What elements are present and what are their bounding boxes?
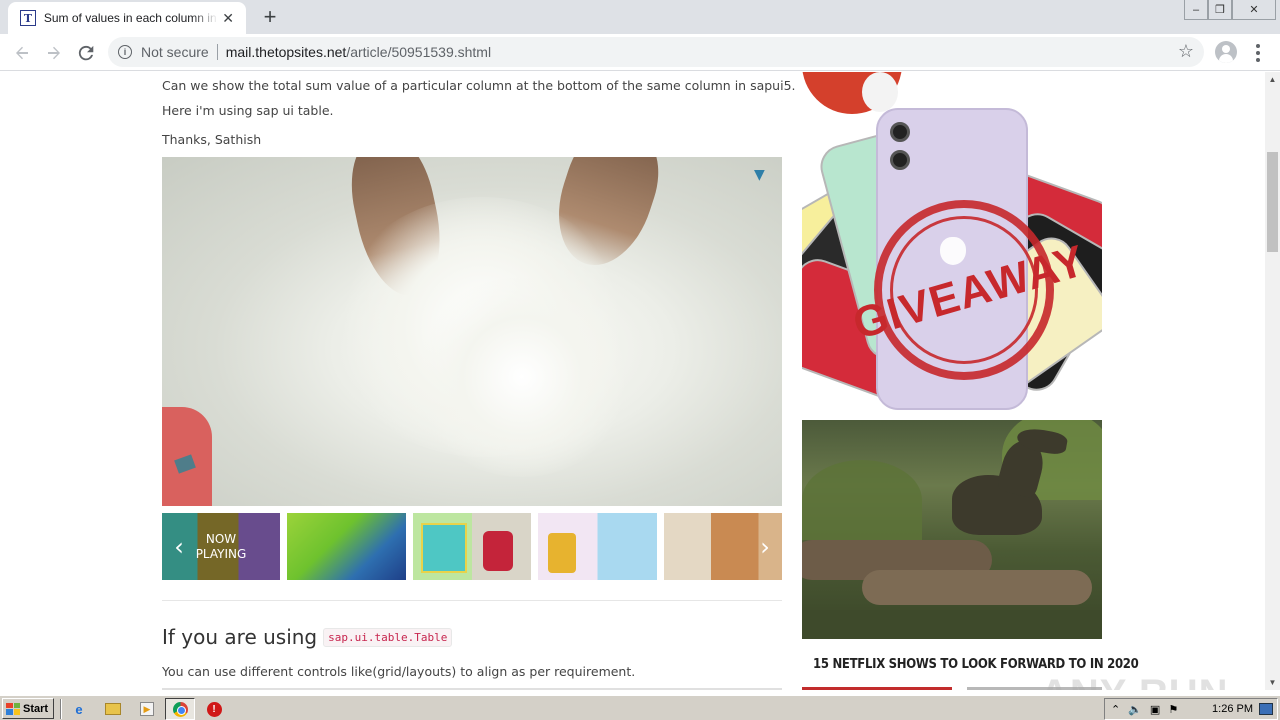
- close-window-button[interactable]: ✕: [1232, 0, 1276, 20]
- netflix-caption-text[interactable]: 15 NETFLIX SHOWS TO LOOK FORWARD TO IN 2…: [813, 657, 1139, 672]
- restore-button[interactable]: ❒: [1208, 0, 1232, 20]
- phone-camera-graphic: [890, 122, 910, 142]
- show-desktop-icon[interactable]: [1259, 703, 1273, 715]
- volume-icon[interactable]: 🔈: [1128, 703, 1142, 716]
- code-block-edge: [162, 688, 782, 690]
- question-text-line2: Here i'm using sap ui table.: [162, 103, 334, 118]
- security-label[interactable]: Not secure: [141, 44, 209, 60]
- site-favicon-icon: T: [20, 10, 36, 26]
- carousel-thumb-3[interactable]: [413, 513, 531, 580]
- carousel-prev-icon[interactable]: ‹: [168, 533, 190, 561]
- ad-sticker-graphic: [802, 72, 902, 114]
- taskbar-chrome-button[interactable]: [165, 698, 195, 720]
- answer-code: sap.ui.table.Table: [323, 627, 453, 647]
- folder-icon[interactable]: [104, 700, 122, 718]
- url-host: mail.thetopsites.net: [225, 44, 347, 60]
- new-tab-button[interactable]: +: [258, 5, 282, 29]
- start-label: Start: [23, 702, 49, 715]
- windows-logo-icon: [6, 702, 20, 715]
- system-tray: ⌃ 🔈 ▣ ⚑ 1:26 PM: [1104, 698, 1278, 720]
- answer-heading: If you are using sap.ui.table.Table: [162, 625, 453, 649]
- windows-taskbar: Start e ▶ ! ⌃ 🔈 ▣ ⚑ 1:26 PM: [0, 694, 1280, 720]
- minimize-button[interactable]: –: [1184, 0, 1208, 20]
- url-path: /article/50951539.shtml: [346, 44, 492, 60]
- question-text-line1: Can we show the total sum value of a par…: [162, 78, 796, 93]
- tab-title: Sum of values in each column in a table: [43, 11, 218, 25]
- ad-choices-icon[interactable]: ▼: [754, 167, 770, 183]
- ad-log2-graphic: [862, 570, 1092, 605]
- browser-toolbar: i Not secure mail.thetopsites.net /artic…: [0, 34, 1280, 71]
- internet-explorer-icon[interactable]: e: [70, 700, 88, 718]
- page-scrollbar[interactable]: ▲ ▼: [1265, 72, 1280, 690]
- browser-tab[interactable]: T Sum of values in each column in a tabl…: [8, 2, 246, 34]
- back-arrow-icon[interactable]: [9, 40, 35, 66]
- network-icon[interactable]: ▣: [1150, 703, 1160, 716]
- netflix-ad-image[interactable]: [802, 420, 1102, 639]
- browser-menu-icon[interactable]: [1250, 40, 1266, 66]
- taskbar-separator: [60, 699, 62, 719]
- tab-strip: T Sum of values in each column in a tabl…: [0, 0, 1280, 34]
- video-carousel: NOW PLAYING ‹ ›: [162, 513, 782, 580]
- anyrun-watermark: ANY RUN: [1040, 672, 1229, 690]
- media-player-icon[interactable]: ▶: [138, 700, 156, 718]
- carousel-vase-graphic: [548, 533, 576, 573]
- tab-close-icon[interactable]: ✕: [218, 8, 238, 28]
- answer-text: You can use different controls like(grid…: [162, 664, 636, 679]
- scroll-up-icon[interactable]: ▲: [1265, 72, 1280, 87]
- scroll-down-icon[interactable]: ▼: [1265, 675, 1280, 690]
- page-viewport: Can we show the total sum value of a par…: [0, 72, 1265, 690]
- taskbar-clock[interactable]: 1:26 PM: [1212, 703, 1253, 715]
- chrome-icon: [172, 701, 188, 717]
- tray-expand-icon[interactable]: ⌃: [1111, 703, 1120, 716]
- profile-avatar-icon[interactable]: [1215, 41, 1237, 63]
- forward-arrow-icon[interactable]: [41, 40, 67, 66]
- carousel-thumb-2[interactable]: [287, 513, 406, 580]
- signature-text: Thanks, Sathish: [162, 132, 262, 147]
- video-foam-center: [412, 277, 632, 477]
- info-icon[interactable]: i: [118, 45, 132, 59]
- scroll-thumb[interactable]: [1267, 152, 1278, 252]
- ad-fern-graphic: [802, 460, 922, 540]
- giveaway-ad[interactable]: GIVEAWAY: [802, 72, 1102, 417]
- url-separator: [216, 44, 218, 60]
- antivirus-icon[interactable]: !: [205, 700, 223, 718]
- answer-heading-text: If you are using: [162, 625, 318, 649]
- phone-camera2-graphic: [890, 150, 910, 170]
- carousel-card-graphic: [421, 523, 467, 573]
- flag-icon[interactable]: ⚑: [1168, 703, 1178, 716]
- address-bar[interactable]: i Not secure mail.thetopsites.net /artic…: [108, 37, 1204, 67]
- answer-divider: [162, 600, 782, 601]
- carousel-next-icon[interactable]: ›: [754, 533, 776, 561]
- carousel-cup-graphic: [483, 531, 513, 571]
- ad-ground-graphic: [802, 610, 1102, 639]
- reload-icon[interactable]: [73, 40, 99, 66]
- bookmark-star-icon[interactable]: ☆: [1178, 41, 1194, 62]
- carousel-thumb-4[interactable]: [538, 513, 657, 580]
- video-player[interactable]: ▼: [162, 157, 782, 506]
- start-button[interactable]: Start: [2, 698, 54, 719]
